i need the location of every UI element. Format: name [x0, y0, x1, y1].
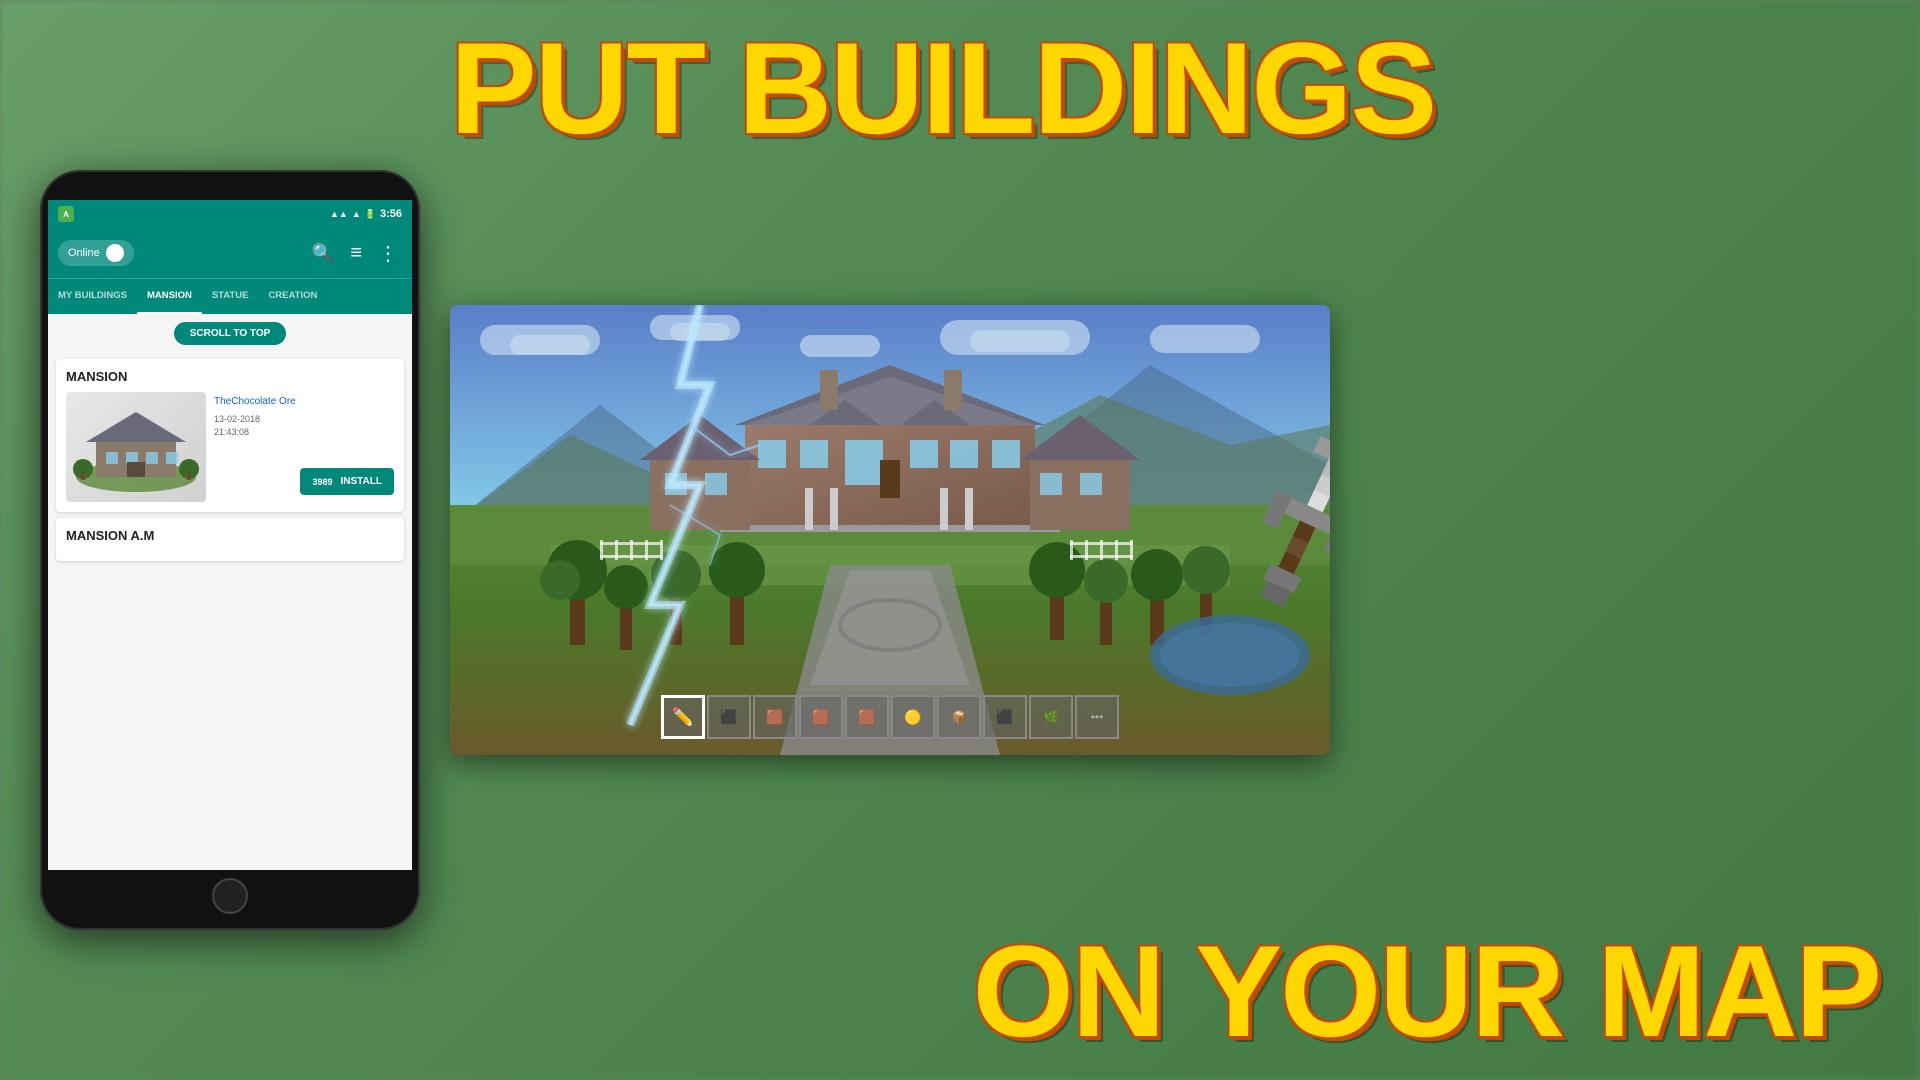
hotbar-slot-5: 🟡 [891, 695, 935, 739]
install-label: INSTALL [341, 476, 382, 487]
signal-icon: ▲▲ [330, 209, 348, 219]
filter-icon[interactable]: ≡ [346, 238, 366, 269]
install-count: 3989 [312, 477, 332, 487]
tab-bar: MY BUILDINGS MANSION STATUE CREATION [48, 278, 412, 314]
phone-mockup: A ▲▲ ▲ 🔋 3:56 Online [40, 170, 420, 930]
hotbar-icon-1: ⬛ [720, 709, 737, 726]
online-toggle[interactable]: Online [58, 240, 134, 266]
tab-creation[interactable]: CREATION [258, 279, 327, 314]
mc-scene-svg [450, 305, 1330, 755]
tab-mansion[interactable]: MANSION [137, 279, 202, 314]
tab-my-buildings[interactable]: MY BUILDINGS [48, 279, 137, 314]
hotbar-icon-6: 📦 [952, 710, 967, 724]
phone-notch [170, 178, 290, 194]
phone-content: MANSION [48, 353, 412, 870]
status-bar: A ▲▲ ▲ 🔋 3:56 [48, 200, 412, 228]
hotbar-slot-7: ⬛ [983, 695, 1027, 739]
minecraft-screenshot: ✏️ ⬛ 🟫 🟫 🟫 🟡 📦 [450, 305, 1330, 755]
hotbar-icon-7: ⬛ [996, 709, 1013, 726]
toggle-dot [106, 244, 124, 262]
tab-statue[interactable]: STATUE [202, 279, 259, 314]
right-section: PUT BUILDINGS [450, 20, 1880, 1060]
hotbar-icon-4: 🟫 [858, 709, 875, 726]
phone-outer: A ▲▲ ▲ 🔋 3:56 Online [40, 170, 420, 930]
wifi-icon: ▲ [352, 209, 361, 219]
hotbar-icon-5: 🟡 [904, 709, 921, 726]
building-author: TheChocolate Ore [214, 396, 394, 407]
hotbar-slot-9: ••• [1075, 695, 1119, 739]
status-left: A [58, 206, 74, 222]
hotbar-slot-2: 🟫 [753, 695, 797, 739]
app-toolbar: Online 🔍 ≡ ⋮ [48, 228, 412, 278]
scroll-to-top-container: SCROLL TO TOP [48, 314, 412, 353]
hotbar-icon-0: ✏️ [672, 707, 694, 728]
hotbar-icon-9: ••• [1091, 710, 1104, 724]
building-date: 13-02-2018 21:43:08 [214, 413, 394, 438]
battery-icon: 🔋 [365, 209, 376, 220]
time-display: 3:56 [380, 208, 402, 220]
install-button[interactable]: 3989 INSTALL [300, 468, 394, 495]
headline-bottom: ON YOUR MAP [450, 933, 1880, 1050]
main-container: A ▲▲ ▲ 🔋 3:56 Online [0, 0, 1920, 1080]
hotbar-icon-2: 🟫 [766, 709, 783, 726]
home-button[interactable] [212, 878, 248, 914]
mc-hotbar: ✏️ ⬛ 🟫 🟫 🟫 🟡 📦 [661, 695, 1119, 739]
headline-line2: ON YOUR MAP [973, 918, 1880, 1064]
hotbar-slot-8: 🌿 [1029, 695, 1073, 739]
hotbar-slot-3: 🟫 [799, 695, 843, 739]
scroll-to-top-button[interactable]: SCROLL TO TOP [174, 322, 287, 345]
building-card-mansion: MANSION [56, 359, 404, 512]
search-icon[interactable]: 🔍 [308, 239, 338, 268]
mansion-svg [71, 397, 201, 497]
phone-screen: A ▲▲ ▲ 🔋 3:56 Online [48, 200, 412, 870]
app-indicator: A [58, 206, 74, 222]
hotbar-slot-0: ✏️ [661, 695, 705, 739]
card-title-mansion-am: MANSION A.M [66, 528, 394, 543]
more-options-icon[interactable]: ⋮ [374, 237, 402, 270]
hotbar-icon-8: 🌿 [1044, 710, 1059, 724]
hotbar-slot-4: 🟫 [845, 695, 889, 739]
hotbar-icon-3: 🟫 [812, 709, 829, 726]
status-right: ▲▲ ▲ 🔋 3:56 [330, 208, 402, 220]
mansion-image [66, 392, 206, 502]
hotbar-slot-1: ⬛ [707, 695, 751, 739]
building-card-mansion-am: MANSION A.M [56, 518, 404, 561]
headline-top: PUT BUILDINGS [450, 30, 1435, 147]
hotbar-slot-6: 📦 [937, 695, 981, 739]
card-title-mansion: MANSION [66, 369, 394, 384]
headline-line1: PUT BUILDINGS [450, 30, 1435, 147]
online-label: Online [68, 247, 100, 259]
